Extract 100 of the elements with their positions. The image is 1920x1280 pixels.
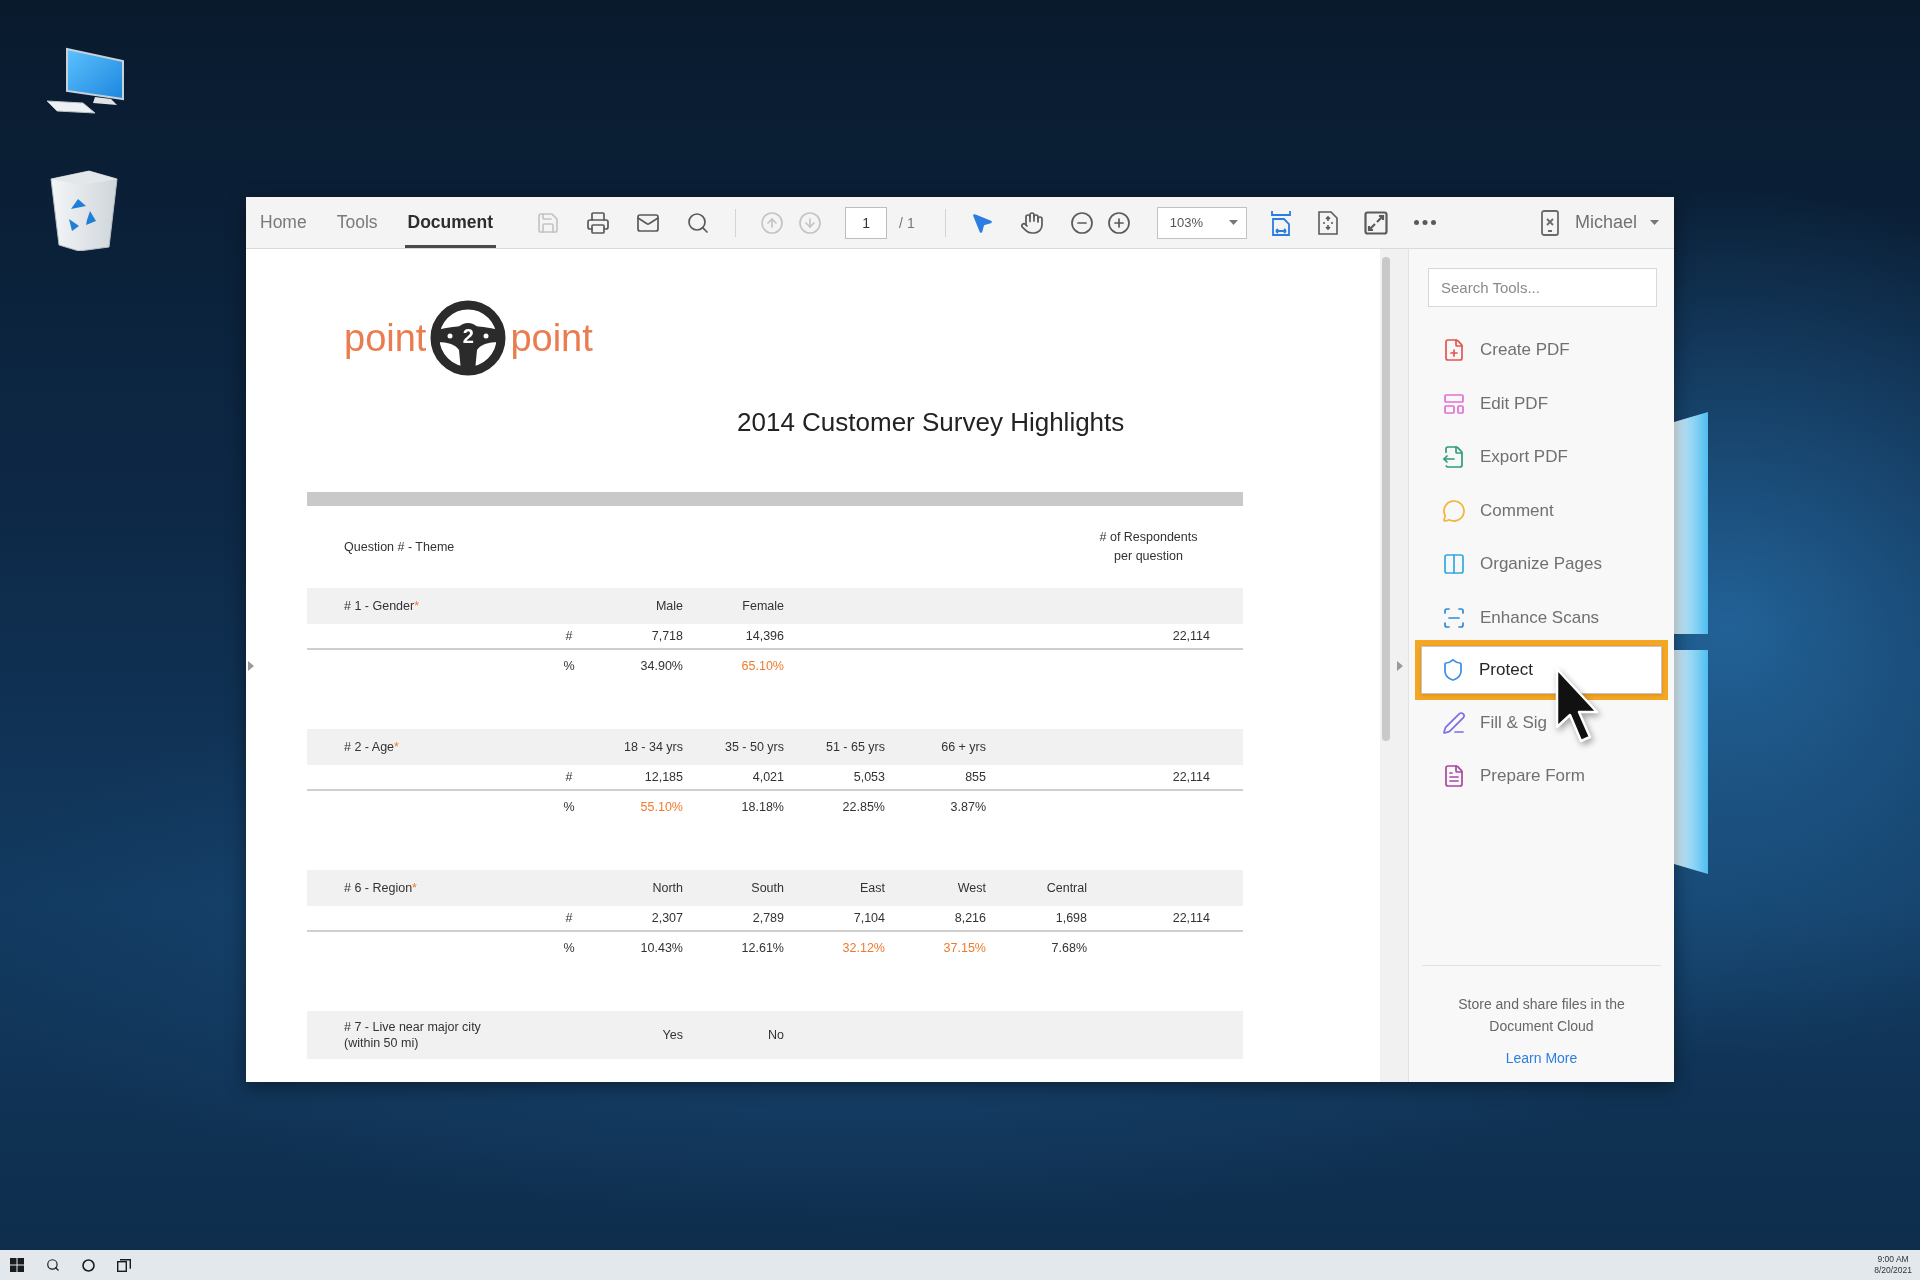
tool-item[interactable]: Edit PDF bbox=[1422, 379, 1661, 428]
column-heading: West bbox=[956, 880, 986, 896]
fit-width-icon[interactable] bbox=[1269, 209, 1292, 236]
account-menu[interactable]: Michael bbox=[1574, 212, 1659, 233]
caret-icon bbox=[1650, 220, 1659, 225]
row-symbol: % bbox=[562, 940, 576, 956]
search-icon[interactable] bbox=[686, 210, 711, 235]
section-title: # 2 - Age* bbox=[344, 739, 400, 755]
row-symbol: % bbox=[562, 799, 576, 815]
caret-icon bbox=[1228, 220, 1238, 225]
scan-icon bbox=[1442, 605, 1466, 630]
document-icon bbox=[1442, 764, 1466, 788]
table-cell-text: 2,789 bbox=[751, 910, 784, 926]
learn-more-link[interactable]: Learn More bbox=[1505, 1049, 1578, 1067]
page-number-field[interactable]: 1 bbox=[845, 206, 888, 239]
tool-item[interactable]: Create PDF bbox=[1422, 326, 1661, 374]
tool-item[interactable]: Comment bbox=[1422, 486, 1661, 535]
table-cell-text: 12.61% bbox=[740, 940, 784, 956]
tab[interactable]: Home bbox=[257, 197, 310, 248]
table-cell-text: 14,396 bbox=[744, 628, 784, 644]
column-heading: East bbox=[859, 880, 885, 896]
table-cell-text: 10.43% bbox=[639, 940, 683, 956]
zoom-in-icon[interactable] bbox=[1106, 210, 1131, 235]
logo-text: point bbox=[510, 319, 593, 357]
zoom-dropdown[interactable]: 103% bbox=[1156, 206, 1247, 239]
logo-text: point bbox=[344, 319, 427, 357]
file-plus-icon bbox=[1442, 338, 1466, 362]
clock-time: 9:00 AM bbox=[1877, 1254, 1909, 1265]
layout-icon bbox=[1442, 391, 1466, 416]
table-cell-text: 1,698 bbox=[1054, 910, 1087, 926]
table-cell-text: 55.10% bbox=[639, 799, 683, 815]
recycle-bin-icon[interactable] bbox=[49, 169, 119, 251]
respondent-count: 22,114 bbox=[1171, 910, 1210, 926]
print-icon[interactable] bbox=[586, 210, 611, 235]
table-cell-text: 65.10% bbox=[740, 658, 784, 674]
respondent-count: 22,114 bbox=[1171, 628, 1210, 644]
columns-icon bbox=[1442, 552, 1466, 576]
row-symbol: # bbox=[564, 769, 574, 785]
row-symbol: # bbox=[564, 628, 574, 644]
column-heading: 18 - 34 yrs bbox=[622, 739, 683, 755]
table-cell-text: 22.85% bbox=[841, 799, 885, 815]
cloud-promo-text: Store and share files in the Document Cloud bbox=[1457, 995, 1626, 1036]
table-cell-text: 34.90% bbox=[639, 658, 683, 674]
column-heading: # of Respondents per question bbox=[1098, 529, 1199, 565]
circle-icon[interactable] bbox=[82, 1258, 95, 1272]
clock-date: 8/20/2021 bbox=[1874, 1265, 1912, 1276]
column-heading: 66 + yrs bbox=[940, 739, 986, 755]
section-title: # 7 - Live near major city (within 50 mi) bbox=[344, 1019, 482, 1051]
column-heading: No bbox=[767, 1027, 784, 1043]
respondent-count: 22,114 bbox=[1171, 769, 1210, 785]
table-cell-text: 855 bbox=[964, 769, 986, 785]
tool-item[interactable]: Fill & Sig bbox=[1422, 698, 1661, 747]
tool-item[interactable]: Prepare Form bbox=[1422, 752, 1661, 800]
column-heading: Male bbox=[654, 598, 683, 614]
table-cell-text: 7,718 bbox=[650, 628, 683, 644]
page-count: / 1 bbox=[899, 214, 915, 231]
tool-item[interactable]: Export PDF bbox=[1422, 433, 1661, 481]
row-symbol: % bbox=[562, 658, 576, 674]
column-heading: 51 - 65 yrs bbox=[824, 739, 885, 755]
scrollbar-thumb[interactable] bbox=[1382, 257, 1390, 741]
document-title: 2014 Customer Survey Highlights bbox=[737, 406, 1126, 438]
pen-icon bbox=[1442, 710, 1466, 735]
section-title: # 1 - Gender* bbox=[344, 598, 421, 614]
column-heading: South bbox=[750, 880, 784, 896]
table-cell-text: 32.12% bbox=[841, 940, 885, 956]
more-icon[interactable] bbox=[1413, 220, 1436, 225]
zoom-out-icon[interactable] bbox=[1069, 210, 1094, 235]
column-heading: Yes bbox=[661, 1027, 683, 1043]
column-heading: Female bbox=[741, 598, 784, 614]
start-icon[interactable] bbox=[10, 1258, 24, 1272]
table-cell-text: 2,307 bbox=[650, 910, 683, 926]
column-heading: 35 - 50 yrs bbox=[723, 739, 784, 755]
tool-item[interactable]: Enhance Scans bbox=[1422, 593, 1661, 642]
table-cell-text: 18.18% bbox=[740, 799, 784, 815]
table-cell-text: 7.68% bbox=[1050, 940, 1087, 956]
table-cell-text: 7,104 bbox=[852, 910, 885, 926]
table-cell-text: 3.87% bbox=[949, 799, 986, 815]
panel-arrow-icon[interactable] bbox=[248, 660, 254, 671]
column-heading: Central bbox=[1045, 880, 1087, 896]
row-symbol: # bbox=[564, 910, 574, 926]
tool-item[interactable]: Protect bbox=[1421, 646, 1662, 694]
tab[interactable]: Tools bbox=[333, 197, 381, 248]
column-heading: Question # - Theme bbox=[344, 539, 456, 555]
hand-icon[interactable] bbox=[1019, 210, 1044, 235]
table-cell-text: 12,185 bbox=[643, 769, 683, 785]
speech-bubble-icon bbox=[1442, 498, 1466, 523]
file-export-icon bbox=[1442, 445, 1466, 469]
full-screen-icon[interactable] bbox=[1363, 210, 1388, 235]
task-view-icon[interactable] bbox=[117, 1258, 131, 1272]
table-cell-text: 5,053 bbox=[852, 769, 885, 785]
column-heading: North bbox=[651, 880, 683, 896]
tool-item[interactable]: Organize Pages bbox=[1422, 540, 1661, 588]
section-title: # 6 - Region* bbox=[344, 880, 418, 896]
fit-page-icon[interactable] bbox=[1317, 210, 1338, 235]
table-cell-text: 4,021 bbox=[751, 769, 784, 785]
table-cell-text: 8,216 bbox=[953, 910, 986, 926]
shield-icon bbox=[1441, 658, 1465, 682]
search-field[interactable]: Search Tools... bbox=[1428, 268, 1657, 307]
search-icon[interactable] bbox=[46, 1258, 60, 1272]
phone-icon[interactable] bbox=[1540, 209, 1559, 236]
